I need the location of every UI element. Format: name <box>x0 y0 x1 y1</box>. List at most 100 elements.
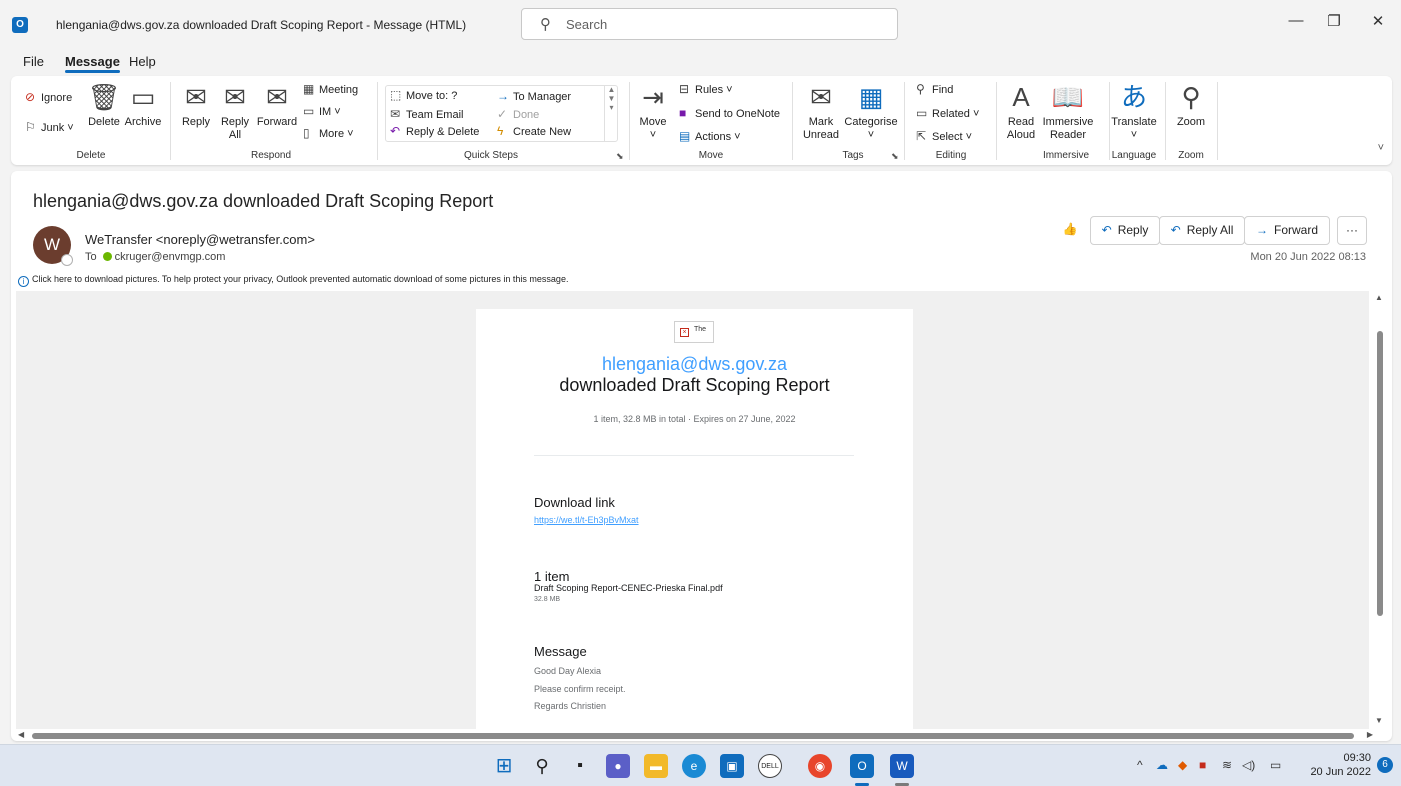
quickstep-team-email[interactable]: ✉ Team Email <box>390 107 463 121</box>
search-box[interactable]: ⚲ Search <box>521 8 898 40</box>
transfer-meta: 1 item, 32.8 MB in total · Expires on 27… <box>593 414 796 424</box>
quickstep-create-new[interactable]: ϟ Create New <box>497 124 571 138</box>
edge-icon[interactable]: e <box>682 754 706 778</box>
ribbon-separator <box>1217 82 1218 160</box>
quick-steps-launcher-icon[interactable]: ⬊ <box>616 151 624 162</box>
zoom-button[interactable]: ⚲ Zoom <box>1171 82 1211 129</box>
mark-unread-icon: ✉ <box>810 82 832 112</box>
items-heading: 1 item <box>534 569 570 584</box>
info-icon: i <box>18 276 29 287</box>
quickstep-move-to[interactable]: ⬚ Move to: ? <box>390 88 457 102</box>
file-explorer-icon[interactable]: ▬ <box>644 754 668 778</box>
scroll-right-icon[interactable]: ▶ <box>1367 730 1373 739</box>
search-icon[interactable]: ⚲ <box>530 754 554 778</box>
forward-button[interactable]: ✉ Forward <box>255 82 299 129</box>
info-bar[interactable]: i Click here to download pictures. To hel… <box>18 274 568 287</box>
forward-action-button[interactable]: → Forward <box>1244 216 1330 245</box>
download-link[interactable]: https://we.tl/t-Eh3pBvMxat <box>534 515 639 525</box>
reading-pane: hlengania@dws.gov.za downloaded Draft Sc… <box>11 171 1392 741</box>
tab-help[interactable]: Help <box>129 54 156 69</box>
chat-icon[interactable]: ● <box>606 754 630 778</box>
delete-button[interactable]: 🗑 Delete <box>85 82 123 129</box>
more-respond-button[interactable]: ▯ More ˅ <box>303 126 354 140</box>
related-button[interactable]: ▭ Related ˅ <box>916 106 979 120</box>
clock-time: 09:30 <box>1343 752 1371 764</box>
search-icon: ⚲ <box>540 16 551 33</box>
task-view-icon[interactable]: ▪ <box>568 754 592 778</box>
store-icon[interactable]: ▣ <box>720 754 744 778</box>
reply-icon: ✉ <box>185 82 207 112</box>
ignore-button[interactable]: ⊘ Ignore <box>25 90 72 104</box>
title-bar: O hlengania@dws.gov.za downloaded Draft … <box>0 0 1401 48</box>
vertical-scrollbar[interactable]: ▲ ▼ <box>1374 291 1386 729</box>
archive-icon: ▭ <box>130 82 156 112</box>
junk-button[interactable]: ⚐ Junk ˅ <box>25 120 74 134</box>
onenote-button[interactable]: ■ Send to OneNote <box>679 106 780 120</box>
tab-file[interactable]: File <box>23 54 44 69</box>
close-button[interactable]: ✕ <box>1363 12 1393 30</box>
quick-steps-scroll[interactable]: ▲ ▼ ▾ <box>604 85 618 142</box>
scroll-up-icon[interactable]: ▲ <box>1375 293 1383 302</box>
meeting-button[interactable]: ▦ Meeting <box>303 82 358 96</box>
categorise-button[interactable]: ▦ Categorise ˅ <box>843 82 899 142</box>
app-tray-icon[interactable]: ■ <box>1199 758 1206 772</box>
archive-button[interactable]: ▭ Archive <box>123 82 163 129</box>
rules-button[interactable]: ⊟ Rules ˅ <box>679 82 733 96</box>
quickstep-reply-delete[interactable]: ↶ Reply & Delete <box>390 124 479 138</box>
search-placeholder: Search <box>566 17 608 32</box>
dell-icon[interactable]: DELL <box>758 754 782 778</box>
mark-unread-button[interactable]: ✉ Mark Unread <box>799 82 843 142</box>
like-button[interactable]: 👍 <box>1055 216 1085 245</box>
translate-icon: あ <box>1120 82 1147 112</box>
quickstep-done[interactable]: ✓ Done <box>497 107 539 121</box>
security-icon[interactable]: ◆ <box>1178 758 1187 772</box>
outlook-taskbar-icon[interactable]: O <box>850 754 874 778</box>
minimize-button[interactable]: — <box>1281 12 1311 29</box>
reply-button[interactable]: ✉ Reply <box>177 82 215 129</box>
restore-button[interactable]: ❐ <box>1319 12 1349 30</box>
scroll-thumb[interactable] <box>1377 331 1383 616</box>
im-button[interactable]: ▭ IM ˅ <box>303 104 341 118</box>
group-label-quick-steps: Quick Steps <box>464 150 518 161</box>
horizontal-scrollbar[interactable]: ◀ ▶ <box>18 730 1373 741</box>
scroll-down-icon[interactable]: ▼ <box>1375 716 1383 725</box>
ribbon-separator <box>377 82 378 160</box>
clock[interactable]: 09:30 20 Jun 2022 <box>1310 751 1371 779</box>
reply-all-button[interactable]: ✉ Reply All <box>215 82 255 142</box>
start-icon[interactable]: ⊞ <box>492 754 516 778</box>
h-scroll-thumb[interactable] <box>32 733 1354 739</box>
onedrive-icon[interactable]: ☁ <box>1156 758 1168 772</box>
ribbon-expand-icon[interactable]: ˅ <box>1378 142 1384 154</box>
avatar[interactable]: W <box>33 226 73 266</box>
reply-all-icon: ✉ <box>224 82 246 112</box>
reply-all-action-button[interactable]: ↶ Reply All <box>1159 216 1245 245</box>
wifi-icon[interactable]: ≋ <box>1222 758 1232 772</box>
forward-icon: ✉ <box>266 82 288 112</box>
actions-button[interactable]: ▤ Actions ˅ <box>679 129 741 143</box>
reply-action-button[interactable]: ↶ Reply <box>1090 216 1160 245</box>
scroll-left-icon[interactable]: ◀ <box>18 730 24 739</box>
tab-message[interactable]: Message <box>65 54 120 73</box>
more-actions-button[interactable]: ··· <box>1337 216 1367 245</box>
quickstep-to-manager[interactable]: → To Manager <box>497 89 571 103</box>
rules-icon: ⊟ <box>679 82 690 96</box>
chevron-up-icon[interactable]: ^ <box>1137 758 1143 772</box>
to-manager-icon: → <box>497 89 509 103</box>
word-icon[interactable]: W <box>890 754 914 778</box>
chrome-icon[interactable]: ◉ <box>808 754 832 778</box>
select-button[interactable]: ⇱ Select ˅ <box>916 129 972 143</box>
find-button[interactable]: ⚲ Find <box>916 82 953 96</box>
read-aloud-button[interactable]: A Read Aloud <box>1004 82 1038 142</box>
recipient[interactable]: ckruger@envmgp.com <box>115 251 226 263</box>
actions-icon: ▤ <box>679 129 691 143</box>
sender-name[interactable]: WeTransfer <noreply@wetransfer.com> <box>85 232 315 247</box>
notification-badge[interactable]: 6 <box>1377 757 1393 773</box>
volume-icon[interactable]: ◁) <box>1242 758 1255 772</box>
move-button[interactable]: ⇥ Move ˅ <box>635 82 671 142</box>
tags-launcher-icon[interactable]: ⬊ <box>891 151 899 162</box>
file-name: Draft Scoping Report-CENEC-Prieska Final… <box>534 583 723 593</box>
battery-icon[interactable]: ▭ <box>1270 758 1281 772</box>
immersive-reader-button[interactable]: 📖 Immersive Reader <box>1039 82 1097 142</box>
translate-button[interactable]: あ Translate ˅ <box>1111 82 1157 142</box>
reply-icon: ↶ <box>1101 223 1112 237</box>
